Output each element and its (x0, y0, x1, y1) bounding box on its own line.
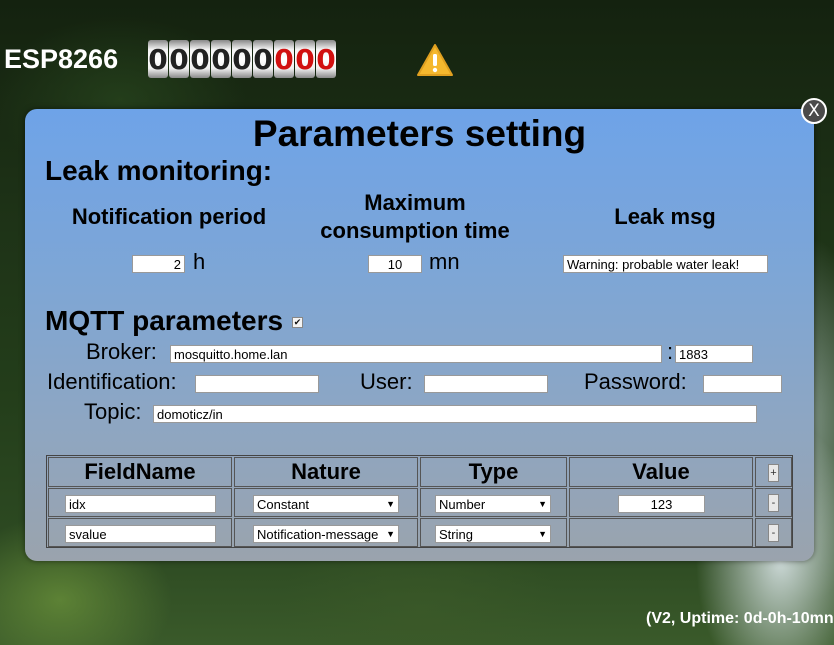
identification-label: Identification: (47, 369, 177, 394)
column-header-value: Value (569, 457, 753, 487)
counter-digit: 0 (148, 40, 168, 78)
counter-digit-decimal: 0 (295, 40, 315, 78)
table-cell: Notification-message ▼ (234, 518, 418, 547)
topic-label: Topic: (84, 399, 142, 424)
add-row-button[interactable]: + (768, 464, 779, 482)
counter-digit: 0 (211, 40, 231, 78)
broker-input[interactable] (170, 345, 662, 363)
fieldname-input[interactable] (65, 495, 216, 513)
uptime-status: (V2, Uptime: 0d-0h-10mn (646, 610, 834, 627)
parameters-dialog: Parameters setting Leak monitoring: Noti… (25, 109, 814, 561)
nature-select-value: Constant (257, 496, 310, 512)
max-consumption-unit: mn (429, 249, 460, 274)
nature-select[interactable]: Constant ▼ (253, 495, 399, 513)
port-separator: : (667, 339, 674, 364)
chevron-down-icon: ▼ (538, 499, 547, 509)
notification-period-input[interactable] (132, 255, 185, 273)
water-counter: 0 0 0 0 0 0 0 0 0 (148, 40, 336, 78)
nature-select[interactable]: Notification-message ▼ (253, 525, 399, 543)
column-header-type: Type (420, 457, 567, 487)
table-cell: - (755, 488, 792, 517)
remove-row-button[interactable]: - (768, 494, 779, 512)
notification-period-unit: h (193, 249, 206, 274)
column-header-actions: + (755, 457, 792, 487)
chevron-down-icon: ▼ (386, 499, 395, 509)
table-cell: Constant ▼ (234, 488, 418, 517)
notification-period-label: Notification period (71, 204, 267, 229)
counter-digit: 0 (169, 40, 189, 78)
fields-table: FieldName Nature Type Value + Constant ▼… (46, 455, 793, 548)
table-cell: Number ▼ (420, 488, 567, 517)
table-row (48, 488, 232, 517)
broker-label: Broker: (86, 339, 157, 364)
table-row (48, 518, 232, 547)
counter-digit: 0 (190, 40, 210, 78)
close-button[interactable]: X (801, 98, 827, 124)
table-cell (569, 488, 753, 517)
counter-digit: 0 (253, 40, 273, 78)
warning-triangle-icon[interactable] (416, 43, 454, 77)
max-consumption-label-line2: consumption time (320, 218, 510, 243)
password-input[interactable] (703, 375, 782, 393)
mqtt-section-title: MQTT parameters (45, 305, 284, 336)
password-label: Password: (584, 369, 687, 394)
max-consumption-label-line1: Maximum (364, 190, 466, 215)
identification-input[interactable] (195, 375, 319, 393)
type-select[interactable]: Number ▼ (435, 495, 551, 513)
counter-digit: 0 (232, 40, 252, 78)
user-input[interactable] (424, 375, 548, 393)
nature-select-value: Notification-message (257, 526, 379, 542)
chevron-down-icon: ▼ (538, 529, 547, 539)
type-select-value: Number (439, 496, 486, 512)
max-consumption-input[interactable] (368, 255, 422, 273)
fieldname-input[interactable] (65, 525, 216, 543)
dialog-title: Parameters setting (252, 113, 587, 154)
app-title: ESP8266 (4, 44, 119, 74)
remove-row-button[interactable]: - (768, 524, 779, 542)
counter-digit-decimal: 0 (316, 40, 336, 78)
leak-section-title: Leak monitoring: (45, 155, 273, 186)
type-select-value: String (439, 526, 473, 542)
value-input[interactable] (618, 495, 705, 513)
counter-digit-decimal: 0 (274, 40, 294, 78)
table-cell: - (755, 518, 792, 547)
mqtt-enabled-checkbox[interactable]: ✔ (292, 317, 303, 328)
table-cell (569, 518, 753, 547)
leak-msg-input[interactable] (563, 255, 768, 273)
leak-msg-label: Leak msg (614, 204, 716, 229)
table-cell: String ▼ (420, 518, 567, 547)
user-label: User: (360, 369, 413, 394)
type-select[interactable]: String ▼ (435, 525, 551, 543)
column-header-nature: Nature (234, 457, 418, 487)
max-consumption-label: Maximum consumption time (295, 189, 535, 245)
port-input[interactable] (675, 345, 753, 363)
chevron-down-icon: ▼ (386, 529, 395, 539)
topic-input[interactable] (153, 405, 757, 423)
column-header-fieldname: FieldName (48, 457, 232, 487)
